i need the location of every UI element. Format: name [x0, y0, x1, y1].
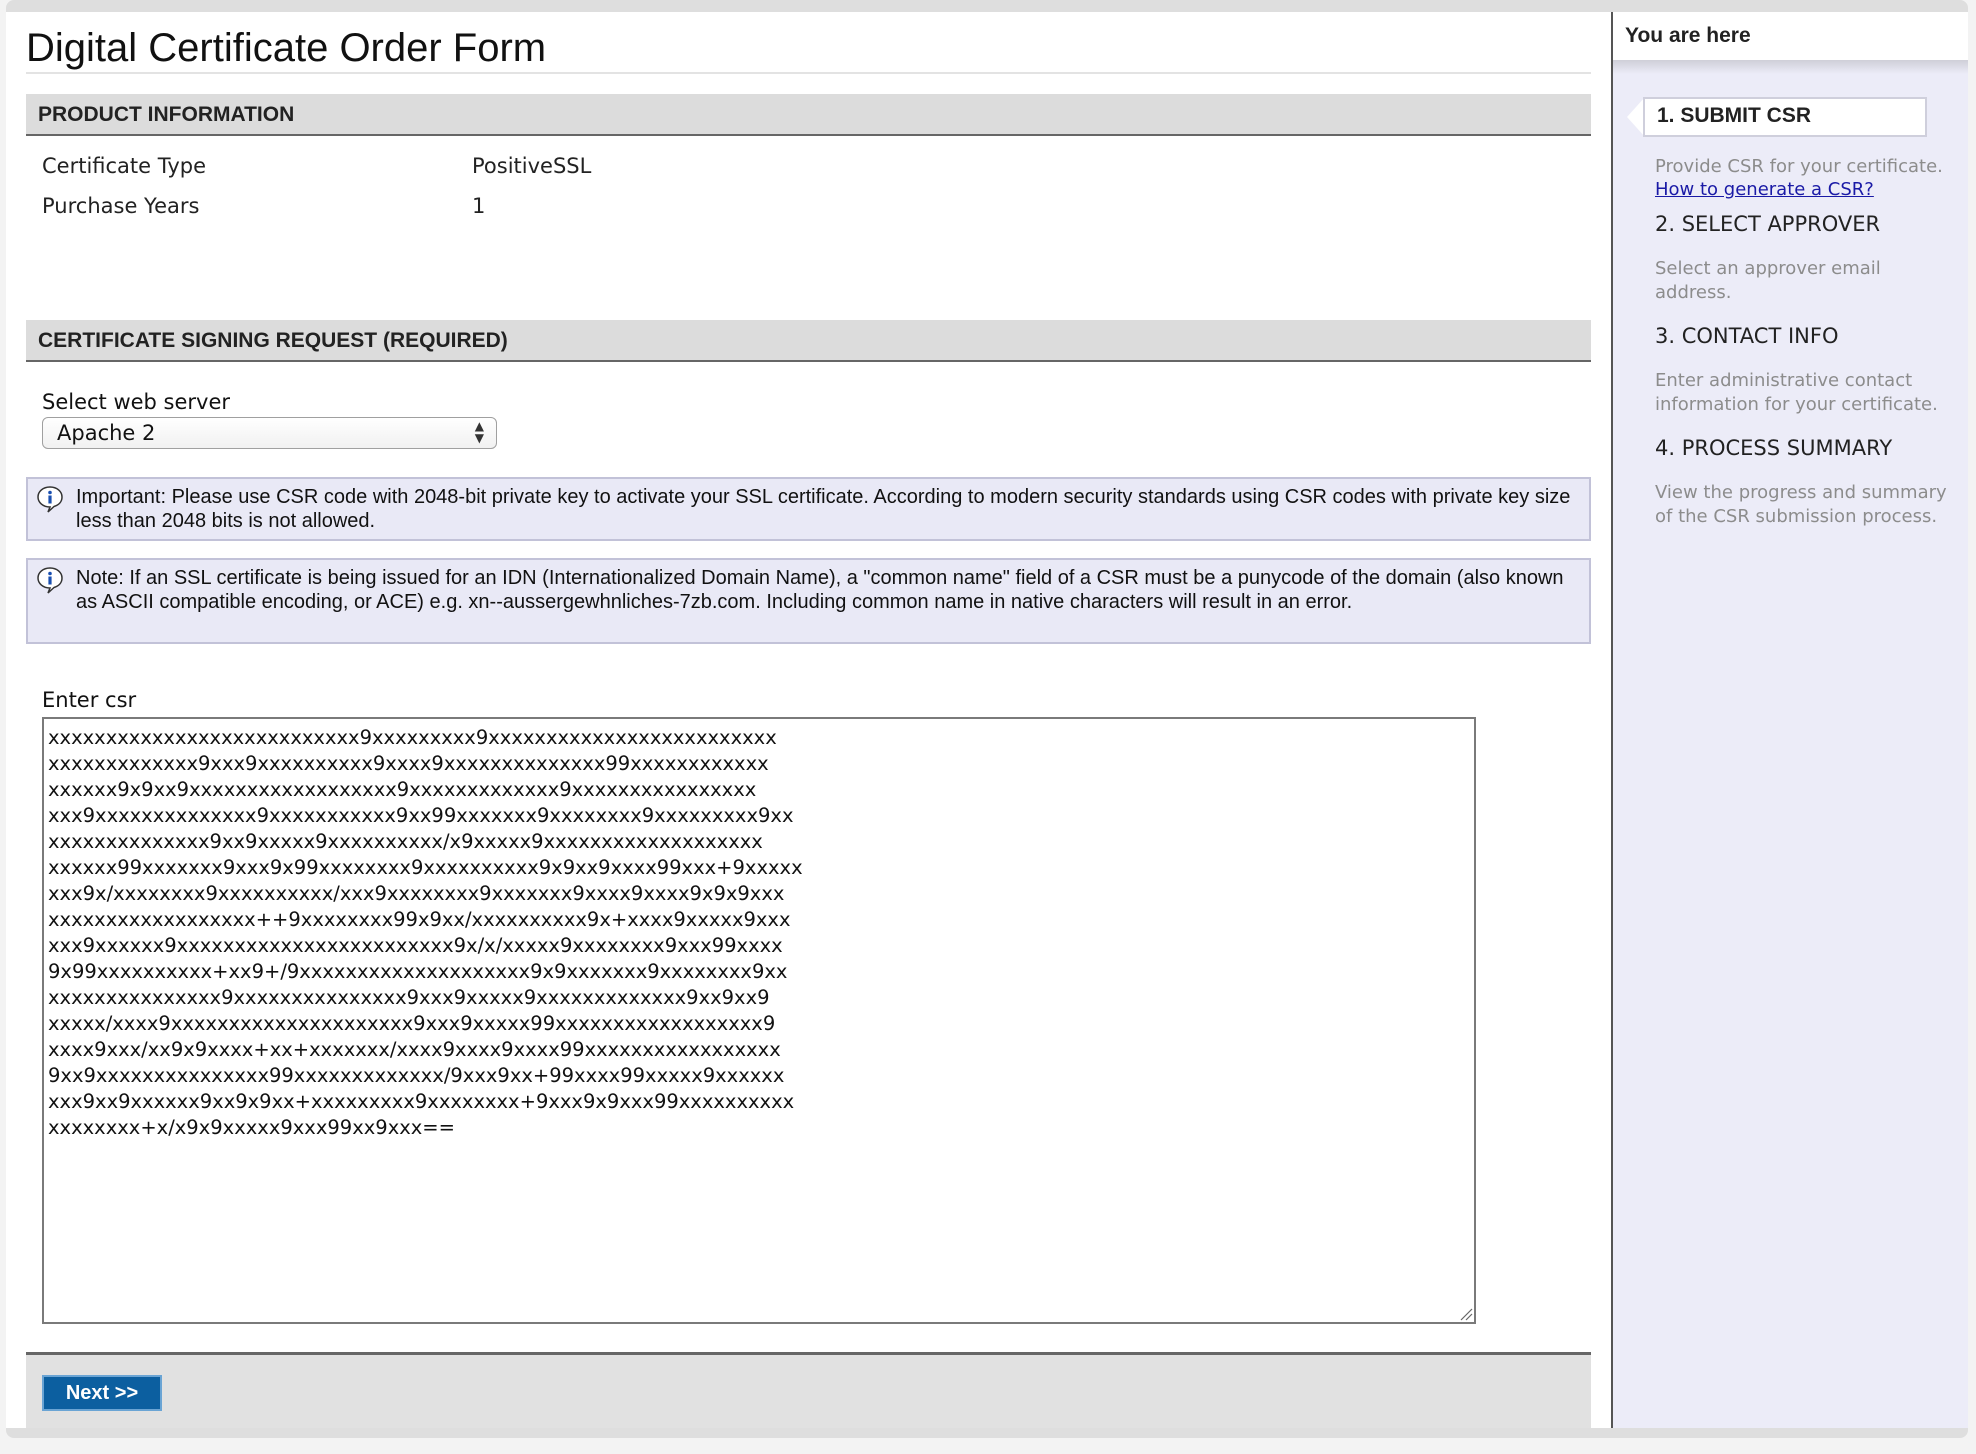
info-icon: [37, 567, 63, 594]
how-to-generate-csr-link[interactable]: How to generate a CSR?: [1655, 179, 1874, 200]
step-process-summary: 4. PROCESS SUMMARY: [1655, 436, 1893, 460]
certificate-type-label: Certificate Type: [42, 154, 206, 178]
step-select-approver-desc: Select an approver email address.: [1655, 258, 1881, 303]
step-contact-info-desc: Enter administrative contact information…: [1655, 370, 1938, 415]
step-select-approver: 2. SELECT APPROVER: [1655, 212, 1881, 236]
step-contact-info: 3. CONTACT INFO: [1655, 324, 1839, 348]
step-submit-csr: 1. SUBMIT CSR: [1643, 97, 1927, 137]
important-notice: Important: Please use CSR code with 2048…: [26, 477, 1591, 541]
info-icon: [37, 486, 63, 513]
certificate-type-value: PositiveSSL: [472, 154, 592, 178]
purchase-years-value: 1: [472, 194, 486, 218]
form-footer: Next >>: [26, 1352, 1591, 1428]
next-button[interactable]: Next >>: [42, 1375, 162, 1411]
important-notice-text: Important: Please use CSR code with 2048…: [76, 486, 1571, 532]
idn-notice-text: Note: If an SSL certificate is being iss…: [76, 567, 1564, 613]
idn-notice: Note: If an SSL certificate is being iss…: [26, 558, 1591, 644]
enter-csr-label: Enter csr: [42, 688, 137, 712]
csr-textarea[interactable]: xxxxxxxxxxxxxxxxxxxxxxxxxxx9xxxxxxxxx9xx…: [42, 717, 1476, 1324]
title-divider: [26, 72, 1591, 74]
resize-grip-icon[interactable]: [1459, 1307, 1473, 1321]
web-server-select[interactable]: Apache 2 ▲ ▼: [42, 417, 497, 449]
updown-arrows-icon: ▲ ▼: [474, 419, 484, 445]
web-server-selected-value: Apache 2: [57, 421, 156, 445]
main-content: Digital Certificate Order Form PRODUCT I…: [6, 12, 1611, 1428]
page-title: Digital Certificate Order Form: [26, 26, 547, 70]
sidebar-divider: [1613, 60, 1968, 74]
sidebar-title: You are here: [1613, 12, 1968, 60]
step-process-summary-desc: View the progress and summary of the CSR…: [1655, 482, 1947, 527]
purchase-years-label: Purchase Years: [42, 194, 200, 218]
csr-header: CERTIFICATE SIGNING REQUEST (REQUIRED): [26, 320, 1591, 362]
step-submit-csr-desc: Provide CSR for your certificate.: [1655, 156, 1943, 177]
web-server-label: Select web server: [42, 390, 231, 414]
progress-sidebar: You are here 1. SUBMIT CSR Provide CSR f…: [1611, 12, 1968, 1428]
product-info-header: PRODUCT INFORMATION: [26, 94, 1591, 136]
